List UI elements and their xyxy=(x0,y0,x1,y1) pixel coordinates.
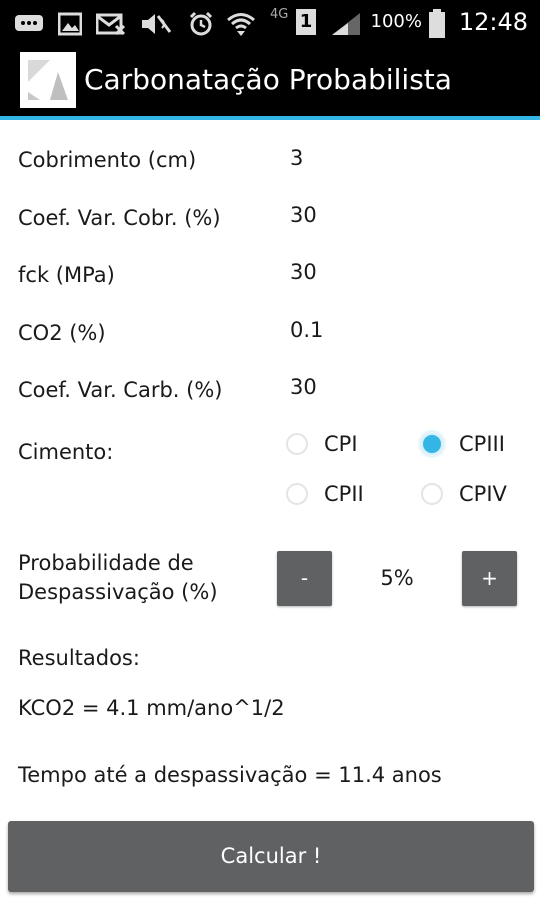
sim-icon: 1 xyxy=(296,9,316,35)
kco2-result: KCO2 = 4.1 mm/ano^1/2 xyxy=(18,696,285,720)
coef-var-cobr-label: Coef. Var. Cobr. (%) xyxy=(18,206,221,230)
tempo-result: Tempo até a despassivação = 11.4 anos xyxy=(18,763,442,787)
coef-var-carb-input[interactable] xyxy=(290,375,510,399)
status-bar: 4G 1 100% 12:48 xyxy=(0,0,540,44)
radio-cpiii-label: CPIII xyxy=(459,432,505,456)
decrement-button[interactable]: - xyxy=(277,551,332,606)
network-type: 4G xyxy=(270,7,289,22)
radio-cpi-label: CPI xyxy=(324,432,358,456)
probabilidade-label-line1: Probabilidade de xyxy=(18,551,194,575)
cimento-label: Cimento: xyxy=(18,440,114,464)
signal-icon xyxy=(330,0,364,44)
radio-circle-icon xyxy=(421,483,443,505)
mute-icon xyxy=(140,0,174,44)
radio-cpiv[interactable]: CPIV xyxy=(421,482,507,506)
coef-var-carb-label: Coef. Var. Carb. (%) xyxy=(18,378,223,402)
cobrimento-label: Cobrimento (cm) xyxy=(18,148,197,172)
battery-icon xyxy=(428,0,446,44)
radio-circle-icon xyxy=(286,433,308,455)
coef-var-cobr-input[interactable] xyxy=(290,203,510,227)
message-icon xyxy=(14,0,44,44)
app-bar: Carbonatação Probabilista xyxy=(0,44,540,120)
app-title: Carbonatação Probabilista xyxy=(84,63,452,96)
radio-cpiii[interactable]: CPIII xyxy=(421,432,505,456)
radio-cpii-label: CPII xyxy=(324,482,364,506)
co2-label: CO2 (%) xyxy=(18,321,106,345)
resultados-header: Resultados: xyxy=(18,646,140,670)
app-bar-divider xyxy=(0,116,540,120)
clock: 12:48 xyxy=(458,8,528,36)
image-icon xyxy=(57,0,83,44)
radio-cpii[interactable]: CPII xyxy=(286,482,364,506)
battery-percent: 100% xyxy=(370,11,422,32)
radio-checked-icon xyxy=(421,433,443,455)
radio-cpiv-label: CPIV xyxy=(459,482,507,506)
probabilidade-label-line2: Despassivação (%) xyxy=(18,580,218,604)
co2-input[interactable] xyxy=(290,318,510,342)
cobrimento-input[interactable] xyxy=(290,146,510,170)
fck-input[interactable] xyxy=(290,260,510,284)
radio-cpi[interactable]: CPI xyxy=(286,432,358,456)
app-logo-icon[interactable] xyxy=(20,52,76,108)
increment-button[interactable]: + xyxy=(462,551,517,606)
fck-label: fck (MPa) xyxy=(18,263,115,287)
calcular-button[interactable]: Calcular ! xyxy=(8,821,534,892)
wifi-icon xyxy=(226,0,256,44)
mail-icon xyxy=(95,0,126,44)
radio-circle-icon xyxy=(286,483,308,505)
alarm-icon xyxy=(188,0,214,44)
probabilidade-value: 5% xyxy=(380,566,414,590)
